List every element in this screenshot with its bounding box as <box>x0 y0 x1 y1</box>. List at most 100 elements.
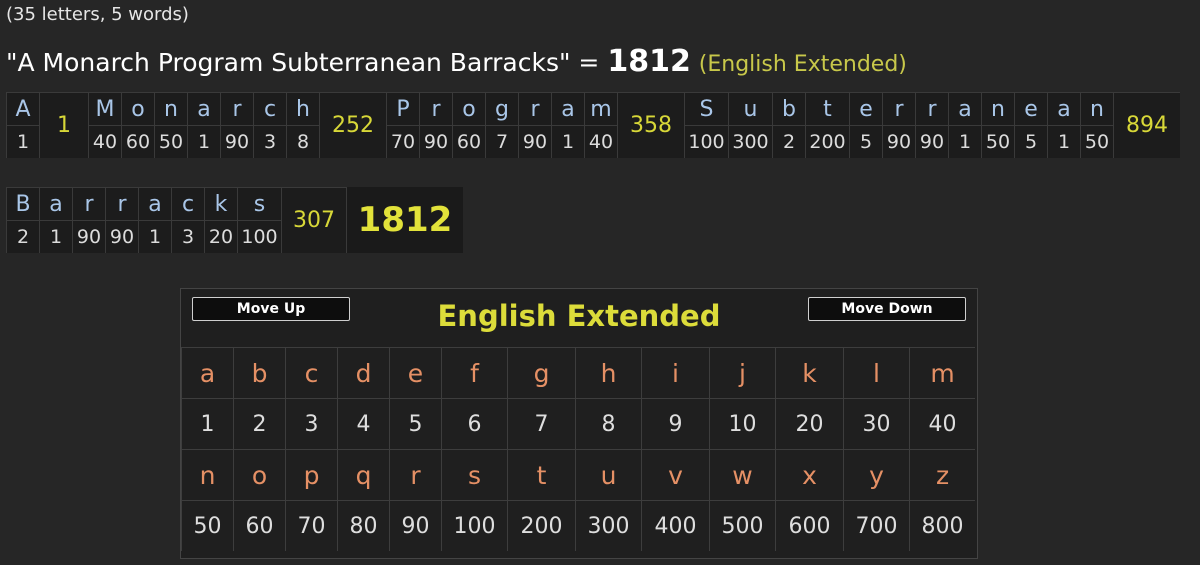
letter-column: n 50 <box>981 92 1014 158</box>
letter-cell: n <box>981 92 1014 125</box>
cipher-letter-cell: q <box>337 449 389 500</box>
cipher-grid: a b c d e f g h i j k l m 1 2 3 4 5 6 7 8 9 10 20 30 40 n o p q r s t u v w… <box>181 347 977 551</box>
letter-column: S 100 <box>684 92 728 158</box>
cipher-value-cell: 60 <box>233 500 285 551</box>
letter-word-count: (35 letters, 5 words) <box>6 4 189 25</box>
cipher-letter-cell: b <box>233 347 285 398</box>
letter-value-cell: 50 <box>981 125 1014 158</box>
word-block: B 2 a 1 r 90 r 90 a 1 c 3 k 20 s 100 307 <box>6 187 346 253</box>
word-sum: 252 <box>319 92 386 158</box>
letter-column: r 90 <box>882 92 915 158</box>
cipher-letter-cell: a <box>181 347 233 398</box>
letter-value-cell: 1 <box>948 125 981 158</box>
letter-cell: r <box>72 187 105 220</box>
letter-value-cell: 1 <box>138 220 171 253</box>
cipher-value-cell: 8 <box>575 398 641 449</box>
letter-value-cell: 60 <box>452 125 485 158</box>
letter-column: r 90 <box>220 92 253 158</box>
letter-column: e5 <box>1014 92 1047 158</box>
letter-column: o 60 <box>452 92 485 158</box>
letter-cell: c <box>171 187 204 220</box>
cipher-value-cell: 700 <box>843 500 909 551</box>
letter-value-cell: 2 <box>6 220 39 253</box>
letter-column: A1 <box>6 92 39 158</box>
cipher-letter-cell: g <box>507 347 575 398</box>
breakdown-row-2: B 2 a 1 r 90 r 90 a 1 c 3 k 20 s 100 307 1812 <box>6 187 463 253</box>
cipher-value-cell: 50 <box>181 500 233 551</box>
cipher-value-cell: 600 <box>775 500 843 551</box>
cipher-value-cell: 400 <box>641 500 709 551</box>
letter-column: a1 <box>138 187 171 253</box>
letter-value-cell: 1 <box>187 125 220 158</box>
letter-value-cell: 90 <box>105 220 138 253</box>
letter-cell: a <box>138 187 171 220</box>
cipher-value-cell: 10 <box>709 398 775 449</box>
letter-column: M 40 <box>88 92 121 158</box>
letter-cell: m <box>584 92 617 125</box>
word-block: P 70 r 90 o 60 g 7 r 90 a 1 m 40 358 <box>386 92 684 158</box>
letter-value-cell: 90 <box>419 125 452 158</box>
letter-cell: e <box>849 92 882 125</box>
letter-value-cell: 50 <box>154 125 187 158</box>
cipher-chart-header: Move Up English Extended Move Down <box>181 289 977 347</box>
letter-cell: r <box>518 92 551 125</box>
move-down-button[interactable]: Move Down <box>808 297 966 321</box>
letter-value-cell: 40 <box>584 125 617 158</box>
letter-value-cell: 1 <box>6 125 39 158</box>
word-sum: 894 <box>1113 92 1180 158</box>
letter-value-cell: 50 <box>1080 125 1113 158</box>
cipher-name-link[interactable]: (English Extended) <box>699 52 907 77</box>
cipher-letter-cell: y <box>843 449 909 500</box>
cipher-letter-cell: p <box>285 449 337 500</box>
equals-sign: = <box>578 48 600 77</box>
letter-column: e5 <box>849 92 882 158</box>
word-block: A11 <box>6 92 88 158</box>
letter-value-cell: 90 <box>882 125 915 158</box>
letter-cell: a <box>1047 92 1080 125</box>
letter-column: u 300 <box>728 92 772 158</box>
cipher-letter-cell: c <box>285 347 337 398</box>
letter-column: g7 <box>485 92 518 158</box>
word-block: M 40 o 60 n 50 a 1 r 90 c 3 h 8 252 <box>88 92 386 158</box>
letter-column: a1 <box>187 92 220 158</box>
word-block: S 100 u 300 b 2 t 200 e 5 r 90 r 90 a 1 n 50 e 5 a 1 n 50 894 <box>684 92 1180 158</box>
cipher-value-cell: 800 <box>909 500 975 551</box>
letter-column: s 100 <box>237 187 281 253</box>
letter-column: b2 <box>772 92 805 158</box>
cipher-letter-cell: o <box>233 449 285 500</box>
letter-value-cell: 3 <box>171 220 204 253</box>
cipher-value-cell: 3 <box>285 398 337 449</box>
grand-total: 1812 <box>346 187 463 253</box>
cipher-letter-cell: r <box>389 449 441 500</box>
letter-cell: o <box>121 92 154 125</box>
cipher-letter-cell: f <box>441 347 507 398</box>
letter-cell: a <box>39 187 72 220</box>
letter-cell: e <box>1014 92 1047 125</box>
cipher-value-cell: 500 <box>709 500 775 551</box>
letter-value-cell: 5 <box>1014 125 1047 158</box>
cipher-value-cell: 5 <box>389 398 441 449</box>
letter-cell: o <box>452 92 485 125</box>
letter-column: a1 <box>948 92 981 158</box>
letter-column: o 60 <box>121 92 154 158</box>
cipher-letter-cell: s <box>441 449 507 500</box>
letter-cell: c <box>253 92 286 125</box>
letter-column: a1 <box>1047 92 1080 158</box>
letter-column: k 20 <box>204 187 237 253</box>
letter-cell: b <box>772 92 805 125</box>
letter-value-cell: 40 <box>88 125 121 158</box>
letter-value-cell: 5 <box>849 125 882 158</box>
letter-column: B2 <box>6 187 39 253</box>
cipher-letter-cell: i <box>641 347 709 398</box>
letter-column: a1 <box>39 187 72 253</box>
cipher-letter-cell: w <box>709 449 775 500</box>
cipher-value-cell: 40 <box>909 398 975 449</box>
cipher-letter-cell: l <box>843 347 909 398</box>
letter-cell: k <box>204 187 237 220</box>
letter-value-cell: 20 <box>204 220 237 253</box>
letter-cell: n <box>1080 92 1113 125</box>
letter-cell: h <box>286 92 319 125</box>
letter-column: a1 <box>551 92 584 158</box>
letter-column: r 90 <box>72 187 105 253</box>
letter-value-cell: 90 <box>220 125 253 158</box>
